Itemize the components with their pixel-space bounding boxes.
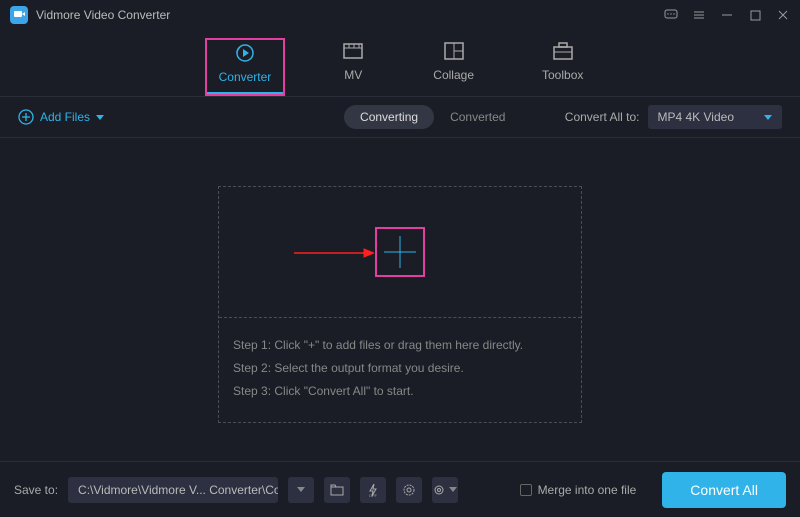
merge-checkbox[interactable]: Merge into one file (520, 483, 637, 497)
tab-collage[interactable]: Collage (421, 38, 486, 96)
save-to-label: Save to: (14, 483, 58, 497)
mv-icon (341, 40, 365, 62)
save-path-dropdown-button[interactable] (288, 477, 314, 503)
tab-mv[interactable]: MV (329, 38, 377, 96)
tab-toolbox[interactable]: Toolbox (530, 38, 595, 96)
tab-converting[interactable]: Converting (344, 105, 434, 129)
high-speed-button[interactable] (396, 477, 422, 503)
tab-label: Toolbox (542, 68, 583, 82)
converter-icon (234, 42, 256, 64)
app-title: Vidmore Video Converter (36, 8, 664, 22)
output-format-dropdown[interactable]: MP4 4K Video (648, 105, 783, 129)
add-files-button[interactable]: Add Files (18, 109, 104, 125)
annotation-arrow (294, 247, 374, 262)
tab-label: Collage (433, 68, 474, 82)
plus-circle-icon (18, 109, 34, 125)
chevron-down-icon (297, 487, 305, 492)
add-files-plus-button[interactable] (375, 227, 425, 277)
format-value: MP4 4K Video (658, 110, 735, 124)
svg-text:OFF: OFF (369, 493, 378, 497)
maximize-button[interactable] (748, 8, 762, 22)
gear-icon (433, 483, 447, 497)
dropzone[interactable]: Step 1: Click "+" to add files or drag t… (218, 186, 582, 423)
menu-icon[interactable] (692, 8, 706, 22)
step-3: Step 3: Click "Convert All" to start. (233, 380, 567, 403)
lightning-icon: OFF (366, 483, 380, 497)
tab-label: Converter (219, 70, 272, 84)
convert-all-button[interactable]: Convert All (662, 472, 786, 508)
save-path-field[interactable]: C:\Vidmore\Vidmore V... Converter\Conver… (68, 477, 278, 503)
close-button[interactable] (776, 8, 790, 22)
checkbox-icon (520, 484, 532, 496)
tab-converter[interactable]: Converter (205, 38, 286, 96)
add-files-label: Add Files (40, 110, 90, 124)
chevron-down-icon (96, 115, 104, 120)
toolbox-icon (552, 40, 574, 62)
feedback-icon[interactable] (664, 8, 678, 22)
step-1: Step 1: Click "+" to add files or drag t… (233, 334, 567, 357)
settings-button[interactable] (432, 477, 458, 503)
convert-all-to-label: Convert All to: (565, 110, 640, 124)
step-2: Step 2: Select the output format you des… (233, 357, 567, 380)
chevron-down-icon (449, 487, 457, 492)
minimize-button[interactable] (720, 8, 734, 22)
hardware-accel-button[interactable]: OFF (360, 477, 386, 503)
merge-label: Merge into one file (538, 483, 637, 497)
collage-icon (443, 40, 465, 62)
instructions: Step 1: Click "+" to add files or drag t… (219, 317, 581, 422)
folder-icon (330, 484, 344, 496)
app-logo (10, 6, 28, 24)
tab-label: MV (344, 68, 362, 82)
tab-converted[interactable]: Converted (434, 105, 521, 129)
open-folder-button[interactable] (324, 477, 350, 503)
chevron-down-icon (764, 115, 772, 120)
plus-icon (380, 232, 420, 272)
speed-icon (402, 483, 416, 497)
